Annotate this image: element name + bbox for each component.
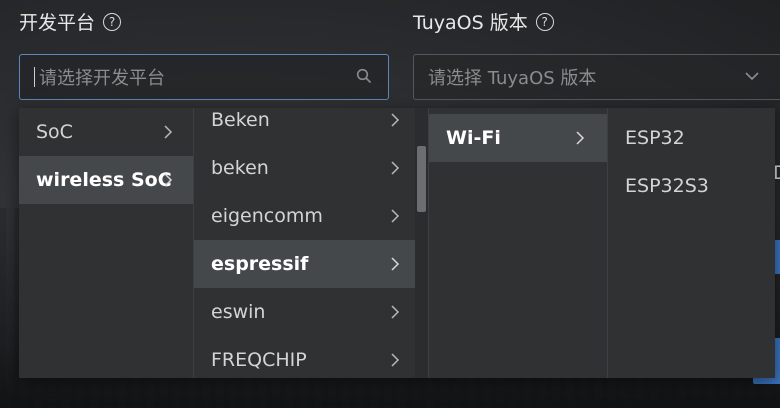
chevron-right-icon (391, 305, 400, 319)
cascader-option-eswin[interactable]: eswin (194, 288, 428, 336)
text-caret (34, 67, 35, 87)
option-label: beken (211, 157, 269, 179)
chevron-right-icon (391, 161, 400, 175)
option-label: eigencomm (211, 205, 323, 227)
tuyaos-version-placeholder: 请选择 TuyaOS 版本 (428, 68, 597, 89)
question-circle-icon[interactable]: ? (535, 12, 554, 31)
option-label: ESP32 (625, 127, 685, 149)
cascader-option-beken[interactable]: beken (194, 144, 428, 192)
option-label: wireless SoC (36, 169, 172, 191)
dev-platform-select[interactable]: 请选择开发平台 (19, 54, 389, 100)
tuyaos-version-label-text: TuyaOS 版本 (413, 12, 528, 34)
chevron-right-icon (576, 131, 585, 145)
cascader-option-beken-upper[interactable]: Beken (194, 108, 428, 144)
cascader-column-3: Wi-Fi (429, 108, 608, 378)
scrollbar[interactable] (415, 108, 428, 378)
question-circle-icon[interactable]: ? (103, 12, 122, 31)
chevron-down-icon (745, 72, 759, 81)
scrollbar-thumb[interactable] (417, 146, 426, 212)
search-icon[interactable] (356, 68, 372, 84)
cascader-option-wireless-soc[interactable]: wireless SoC (19, 156, 193, 204)
chevron-right-icon (391, 257, 400, 271)
cascader-option-eigencomm[interactable]: eigencomm (194, 192, 428, 240)
cascader-option-soc[interactable]: SoC (19, 108, 193, 156)
cascader-option-esp32s3[interactable]: ESP32S3 (608, 162, 775, 210)
cascader-column-1: SoC wireless SoC (19, 108, 194, 378)
cascader-column-4: ESP32 ESP32S3 (608, 108, 775, 378)
option-label: SoC (36, 121, 73, 143)
tuyaos-version-label: TuyaOS 版本 ? (413, 8, 554, 35)
cascader-column-2: Beken beken eigencomm espressif eswin FR… (194, 108, 429, 378)
chevron-right-icon (391, 113, 400, 127)
chevron-right-icon (391, 353, 400, 367)
tuyaos-version-select[interactable]: 请选择 TuyaOS 版本 (413, 54, 780, 100)
dev-platform-placeholder: 请选择开发平台 (39, 68, 165, 89)
chevron-right-icon (164, 125, 173, 139)
option-label: espressif (211, 253, 309, 275)
dev-platform-label-text: 开发平台 (19, 12, 96, 34)
cascader-option-espressif[interactable]: espressif (194, 240, 428, 288)
cascader-dropdown: SoC wireless SoC Beken beken eigencomm e… (19, 108, 775, 378)
cascader-option-freqchip[interactable]: FREQCHIP (194, 336, 428, 378)
cascader-option-wifi[interactable]: Wi-Fi (429, 114, 607, 162)
dev-platform-label: 开发平台 ? (19, 8, 122, 35)
option-label: Beken (211, 109, 270, 131)
option-label: Wi-Fi (446, 127, 501, 149)
cascader-option-esp32[interactable]: ESP32 (608, 114, 775, 162)
chevron-right-icon (164, 173, 173, 187)
option-label: ESP32S3 (625, 175, 709, 197)
chevron-right-icon (391, 209, 400, 223)
option-label: eswin (211, 301, 266, 323)
option-label: FREQCHIP (211, 349, 307, 371)
